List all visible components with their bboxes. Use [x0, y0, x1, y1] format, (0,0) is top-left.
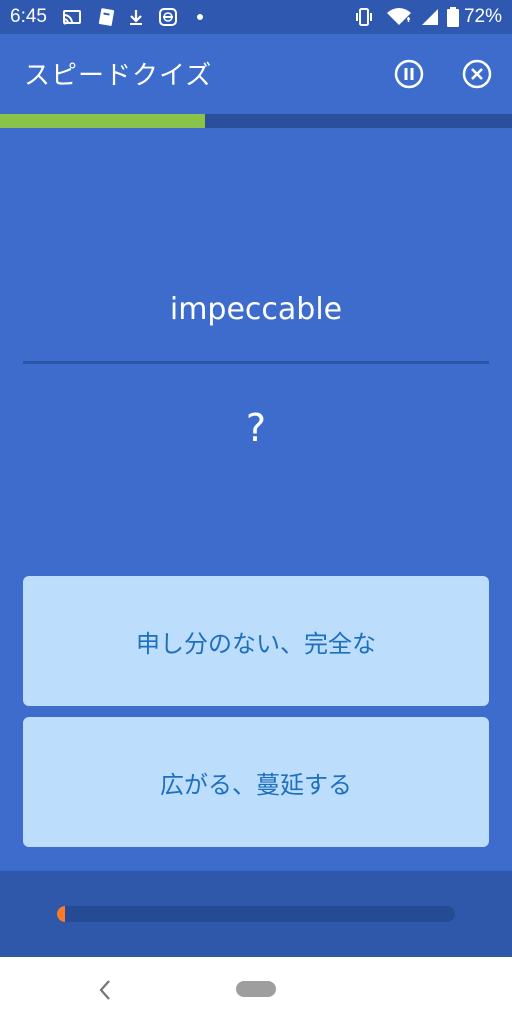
battery-percent: 72%	[463, 6, 502, 27]
divider	[23, 361, 489, 364]
vpn-icon	[159, 8, 177, 26]
close-icon[interactable]	[461, 58, 493, 90]
vibrate-icon	[356, 8, 372, 26]
timer-footer	[0, 871, 512, 957]
download-icon	[130, 10, 142, 25]
answer-placeholder: ?	[245, 406, 267, 450]
quiz-progress-bar	[0, 114, 512, 128]
status-bar: 6:45 72%	[0, 0, 512, 34]
app-bar: スピードクイズ	[0, 34, 512, 114]
page-title: スピードクイズ	[24, 61, 213, 91]
back-icon[interactable]	[94, 977, 116, 1003]
choice-label: 申し分のない、完全な	[136, 629, 376, 658]
choice-label: 広がる、蔓延する	[160, 770, 352, 799]
battery-icon	[447, 7, 459, 27]
quiz-progress-fill	[0, 114, 205, 128]
pause-icon[interactable]	[393, 58, 425, 90]
timer-fill	[57, 906, 65, 922]
wifi-icon	[387, 8, 411, 25]
home-pill[interactable]	[236, 981, 276, 997]
dot-icon	[197, 14, 203, 20]
signal-icon	[422, 9, 438, 25]
question-word: impeccable	[169, 292, 343, 327]
choice-button-1[interactable]: 申し分のない、完全な	[23, 576, 489, 706]
timer-bar	[57, 906, 455, 922]
choice-button-2[interactable]: 広がる、蔓延する	[23, 717, 489, 847]
cast-icon	[63, 10, 81, 25]
system-nav-bar	[0, 957, 512, 1024]
card-icon	[98, 8, 115, 26]
status-time: 6:45	[10, 6, 47, 27]
speed-quiz-screen: 6:45 72% スピードクイズ impeccable ? 申し分のない、完全な…	[0, 0, 512, 1024]
